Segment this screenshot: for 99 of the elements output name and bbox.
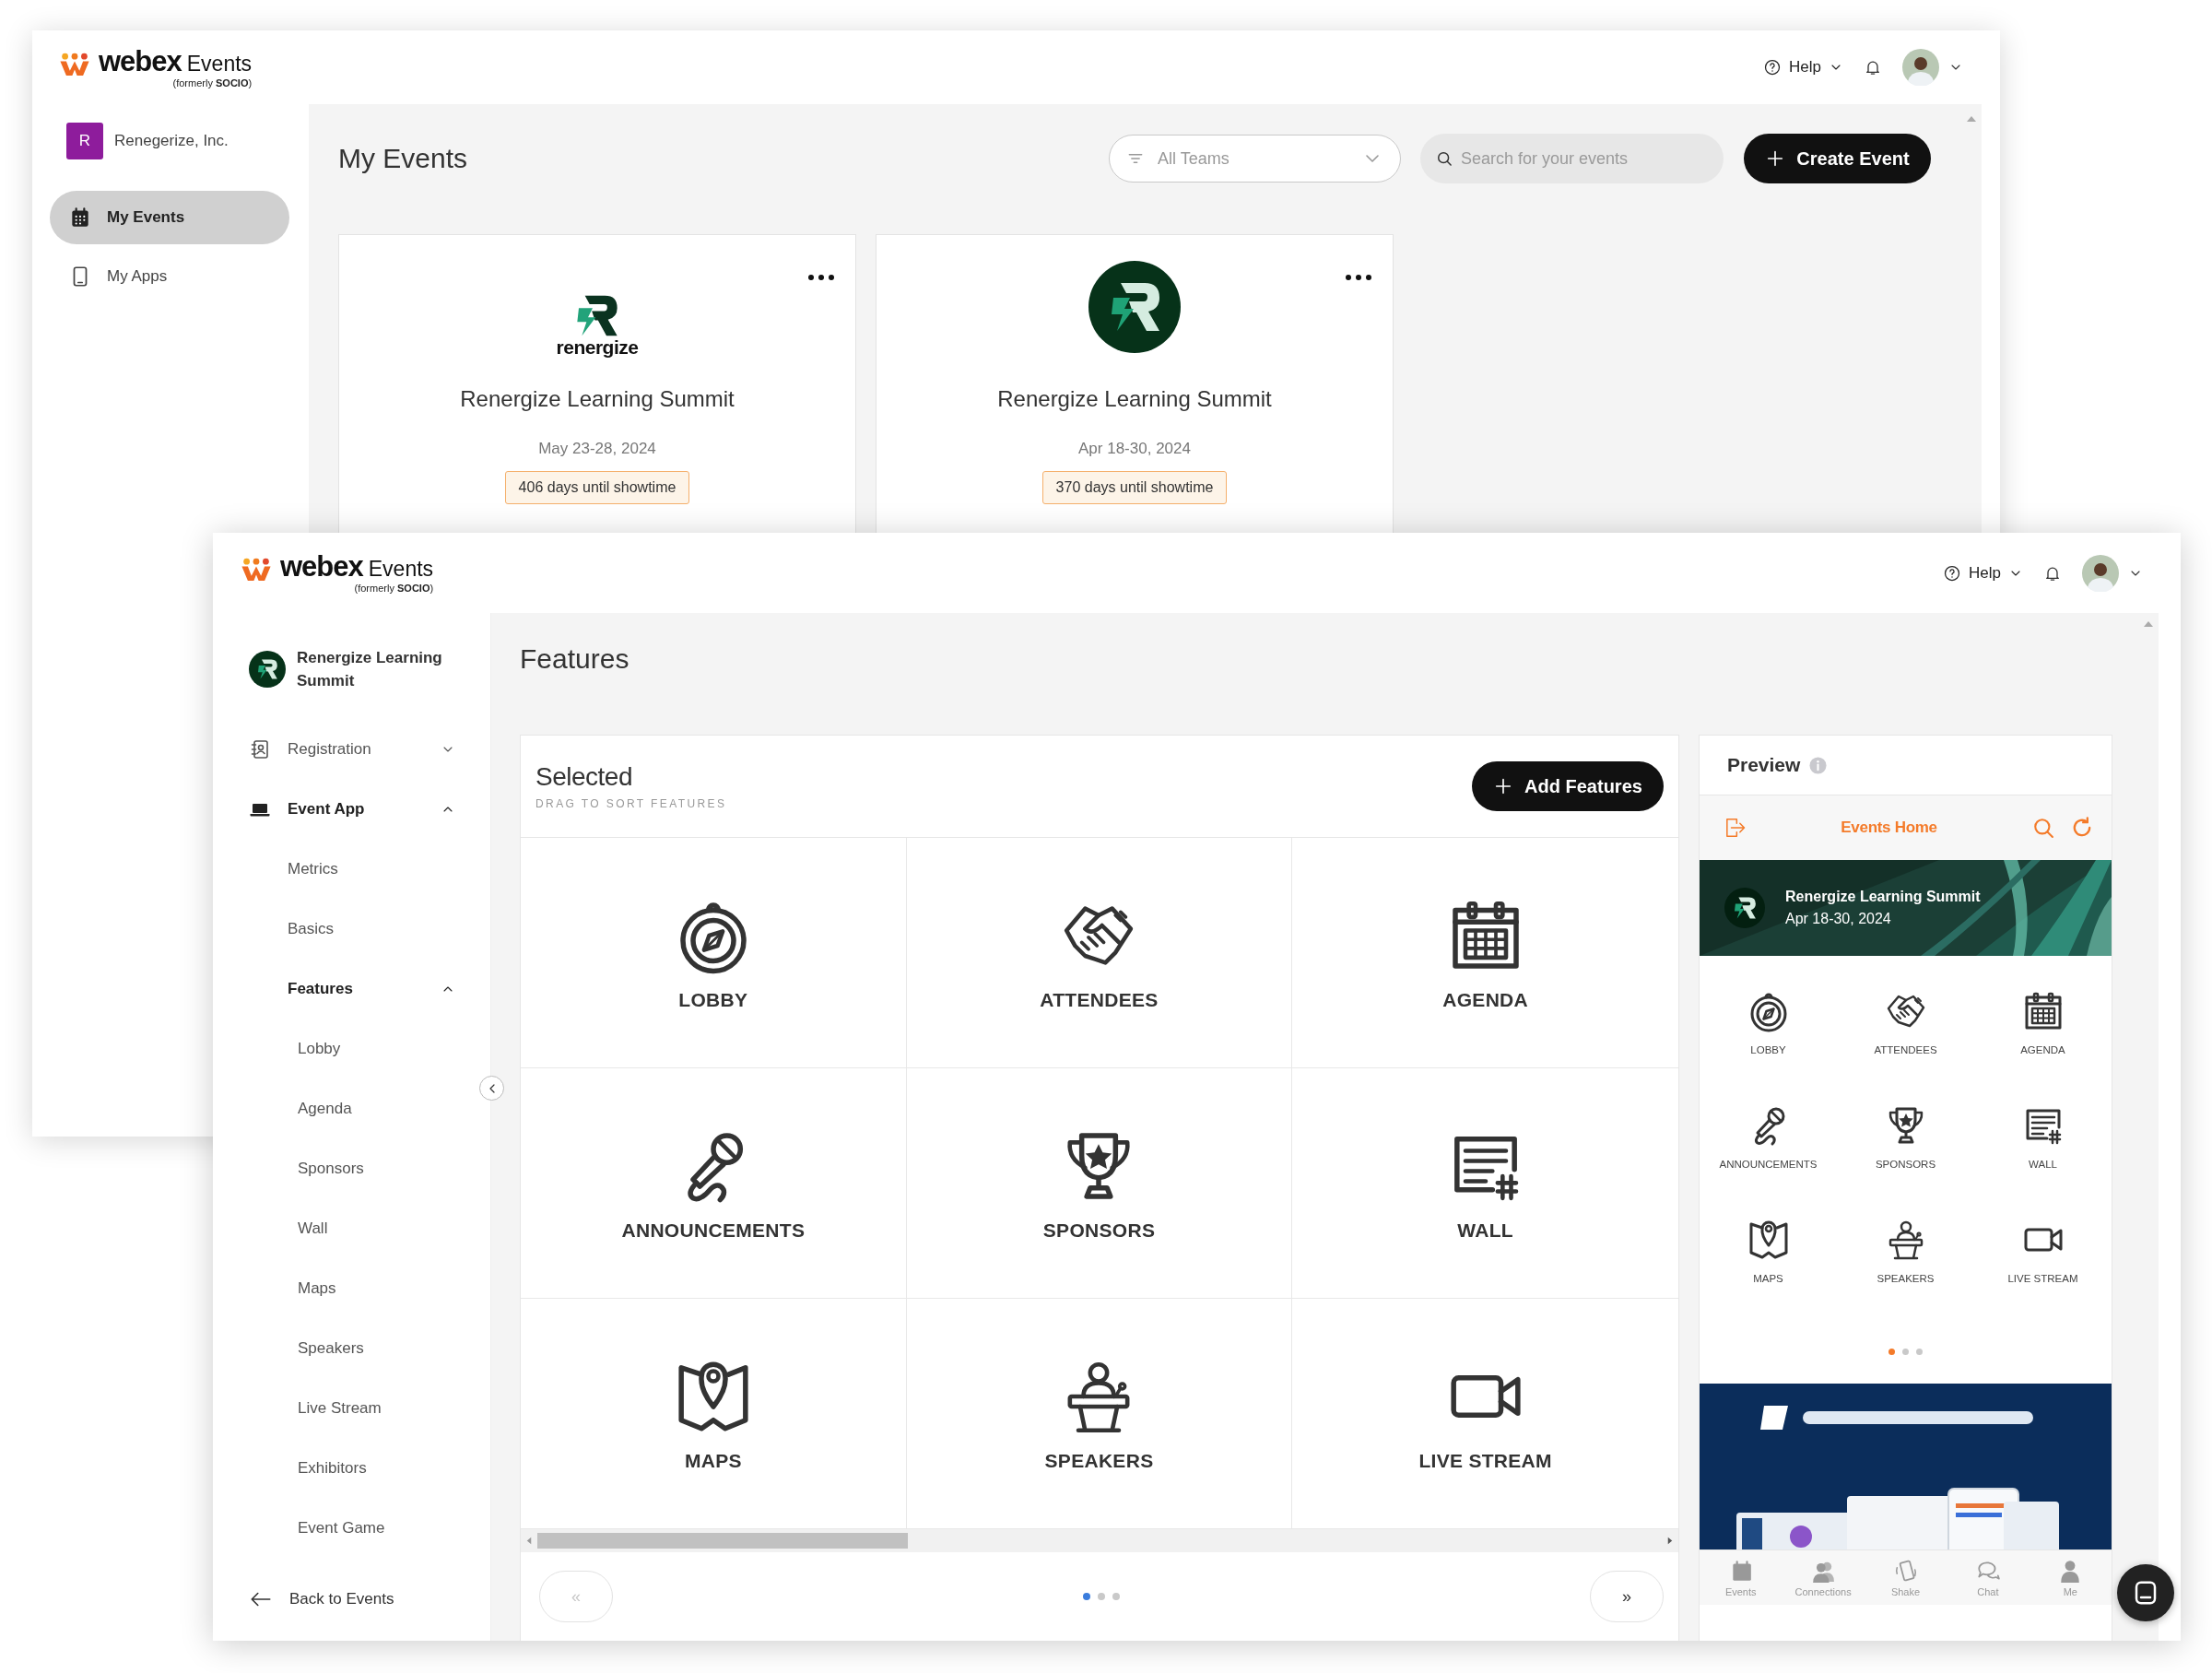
scroll-up-icon — [2143, 620, 2154, 628]
more-icon[interactable] — [1345, 274, 1372, 281]
nav-item[interactable]: Event App — [249, 779, 455, 839]
feature-label[interactable]: MAPS — [1753, 1273, 1783, 1284]
feature-label: ANNOUNCEMENTS — [621, 1219, 806, 1242]
event-card[interactable]: Renergize Learning Summit Apr 18-30, 2024 370 days until showtime — [876, 234, 1394, 533]
nav-item[interactable]: Maps — [249, 1258, 455, 1318]
feature-tile[interactable]: LOBBY — [521, 838, 907, 1068]
product-name: Events — [368, 559, 434, 581]
page-dot[interactable] — [1888, 1349, 1895, 1355]
page-dot[interactable] — [1083, 1593, 1090, 1600]
logo-icon — [574, 294, 620, 337]
feature-label[interactable]: LIVE STREAM — [2007, 1273, 2078, 1284]
banner-event-name: Renergize Learning Summit — [1785, 889, 1981, 905]
feature-label: WALL — [1457, 1219, 1513, 1242]
help-button[interactable]: Help — [1943, 554, 2023, 592]
feature-tile[interactable]: ATTENDEES — [906, 838, 1293, 1068]
next-page-button[interactable]: » — [1590, 1571, 1664, 1622]
feature-tile[interactable]: SPONSORS — [906, 1068, 1293, 1299]
page-dot[interactable] — [1112, 1593, 1120, 1600]
page-dot[interactable] — [1916, 1349, 1923, 1355]
feature-tile[interactable]: AGENDA — [1292, 838, 1678, 1068]
feature-label: MAPS — [684, 1449, 742, 1472]
help-button[interactable]: Help — [1763, 49, 1843, 86]
section-title: Selected — [535, 762, 633, 792]
avatar-icon[interactable] — [2082, 554, 2119, 592]
help-icon — [1763, 58, 1783, 77]
more-icon[interactable] — [807, 274, 835, 281]
feature-label: LIVE STREAM — [1418, 1449, 1552, 1472]
feature-label: LOBBY — [678, 988, 748, 1011]
nav-item[interactable]: My Events — [50, 191, 289, 244]
brand-name: webex — [99, 46, 182, 76]
back-link[interactable]: Back to Events — [249, 1576, 455, 1622]
section-subtitle: DRAG TO SORT FEATURES — [535, 797, 727, 810]
contact-book-icon — [249, 737, 271, 760]
nav-item[interactable]: Speakers — [249, 1318, 455, 1378]
event-name: Renergize Learning Summit — [297, 647, 443, 691]
product-name: Events — [186, 53, 253, 76]
page-dot[interactable] — [1098, 1593, 1105, 1600]
feature-label[interactable]: AGENDA — [2020, 1044, 2065, 1055]
nav-item[interactable]: Exhibitors — [249, 1438, 455, 1498]
brand-tagline: (formerly SOCIO) — [172, 77, 253, 88]
nav-item[interactable]: Features — [249, 959, 455, 1019]
event-title: Renergize Learning Summit — [997, 386, 1272, 412]
shaking-phone-icon — [1893, 1558, 1918, 1583]
feature-label: SPEAKERS — [1044, 1449, 1154, 1472]
event-title: Renergize Learning Summit — [460, 386, 735, 412]
feature-label[interactable]: SPEAKERS — [1877, 1273, 1935, 1284]
feature-label[interactable]: SPONSORS — [1875, 1159, 1936, 1170]
create-event-button[interactable]: Create Event — [1744, 134, 1931, 183]
add-features-button[interactable]: Add Features — [1472, 761, 1664, 811]
event-dates: Apr 18-30, 2024 — [1078, 440, 1191, 458]
screen-title: Events Home — [1840, 819, 1938, 837]
page-title: Features — [520, 642, 630, 676]
panel-title: Preview — [1727, 754, 1801, 776]
nav-item[interactable]: My Apps — [50, 250, 289, 303]
feature-label[interactable]: WALL — [2029, 1159, 2057, 1170]
scroll-left-icon — [526, 1537, 532, 1545]
feature-tile[interactable]: WALL — [1292, 1068, 1678, 1299]
org-badge: R — [66, 123, 103, 159]
scrollbar-thumb[interactable] — [537, 1533, 908, 1549]
nav-item[interactable]: Agenda — [249, 1078, 455, 1138]
event-dates: May 23-28, 2024 — [538, 440, 656, 458]
feature-label: AGENDA — [1442, 988, 1529, 1011]
brand-tagline: (formerly SOCIO) — [354, 583, 434, 594]
page-dot[interactable] — [1902, 1349, 1909, 1355]
logo-icon — [1088, 261, 1181, 353]
nav-item[interactable]: Registration — [249, 719, 455, 779]
feature-label[interactable]: ATTENDEES — [1874, 1044, 1937, 1055]
feature-label: SPONSORS — [1042, 1219, 1156, 1242]
brand-name: webex — [280, 552, 363, 581]
org-name: Renegerize, Inc. — [114, 132, 229, 150]
feature-tile[interactable]: ANNOUNCEMENTS — [521, 1068, 907, 1299]
search-field[interactable]: Search for your events — [1420, 134, 1724, 183]
nav-item[interactable]: Wall — [249, 1198, 455, 1258]
nav-item[interactable]: Basics — [249, 899, 455, 959]
countdown-badge: 370 days until showtime — [1041, 471, 1228, 504]
event-logo-icon — [1724, 888, 1765, 928]
page-title: My Events — [338, 143, 469, 174]
countdown-badge: 406 days until showtime — [504, 471, 690, 504]
avatar-icon[interactable] — [1902, 49, 1939, 86]
info-icon — [1809, 756, 1828, 774]
nav-item[interactable]: Live Stream — [249, 1378, 455, 1438]
webex-logo-icon — [60, 51, 89, 76]
logo-text: renergize — [556, 337, 639, 357]
help-icon — [1943, 563, 1962, 583]
nav-item[interactable]: Event Game — [249, 1498, 455, 1558]
scroll-up-icon — [1966, 115, 1977, 123]
scroll-right-icon — [1667, 1537, 1673, 1545]
event-card[interactable]: renergize Renergize Learning Summit May 23-28, 2024 406 days until showtime — [338, 234, 856, 533]
feature-label[interactable]: LOBBY — [1750, 1044, 1786, 1055]
nav-item[interactable]: Lobby — [249, 1019, 455, 1078]
feature-label: ATTENDEES — [1040, 988, 1159, 1011]
event-logo-icon — [249, 651, 286, 688]
banner-event-dates: Apr 18-30, 2024 — [1785, 911, 1892, 927]
nav-item[interactable]: Sponsors — [249, 1138, 455, 1198]
nav-item[interactable]: Metrics — [249, 839, 455, 899]
webex-logo-icon — [241, 557, 271, 581]
feature-label[interactable]: ANNOUNCEMENTS — [1719, 1159, 1818, 1170]
